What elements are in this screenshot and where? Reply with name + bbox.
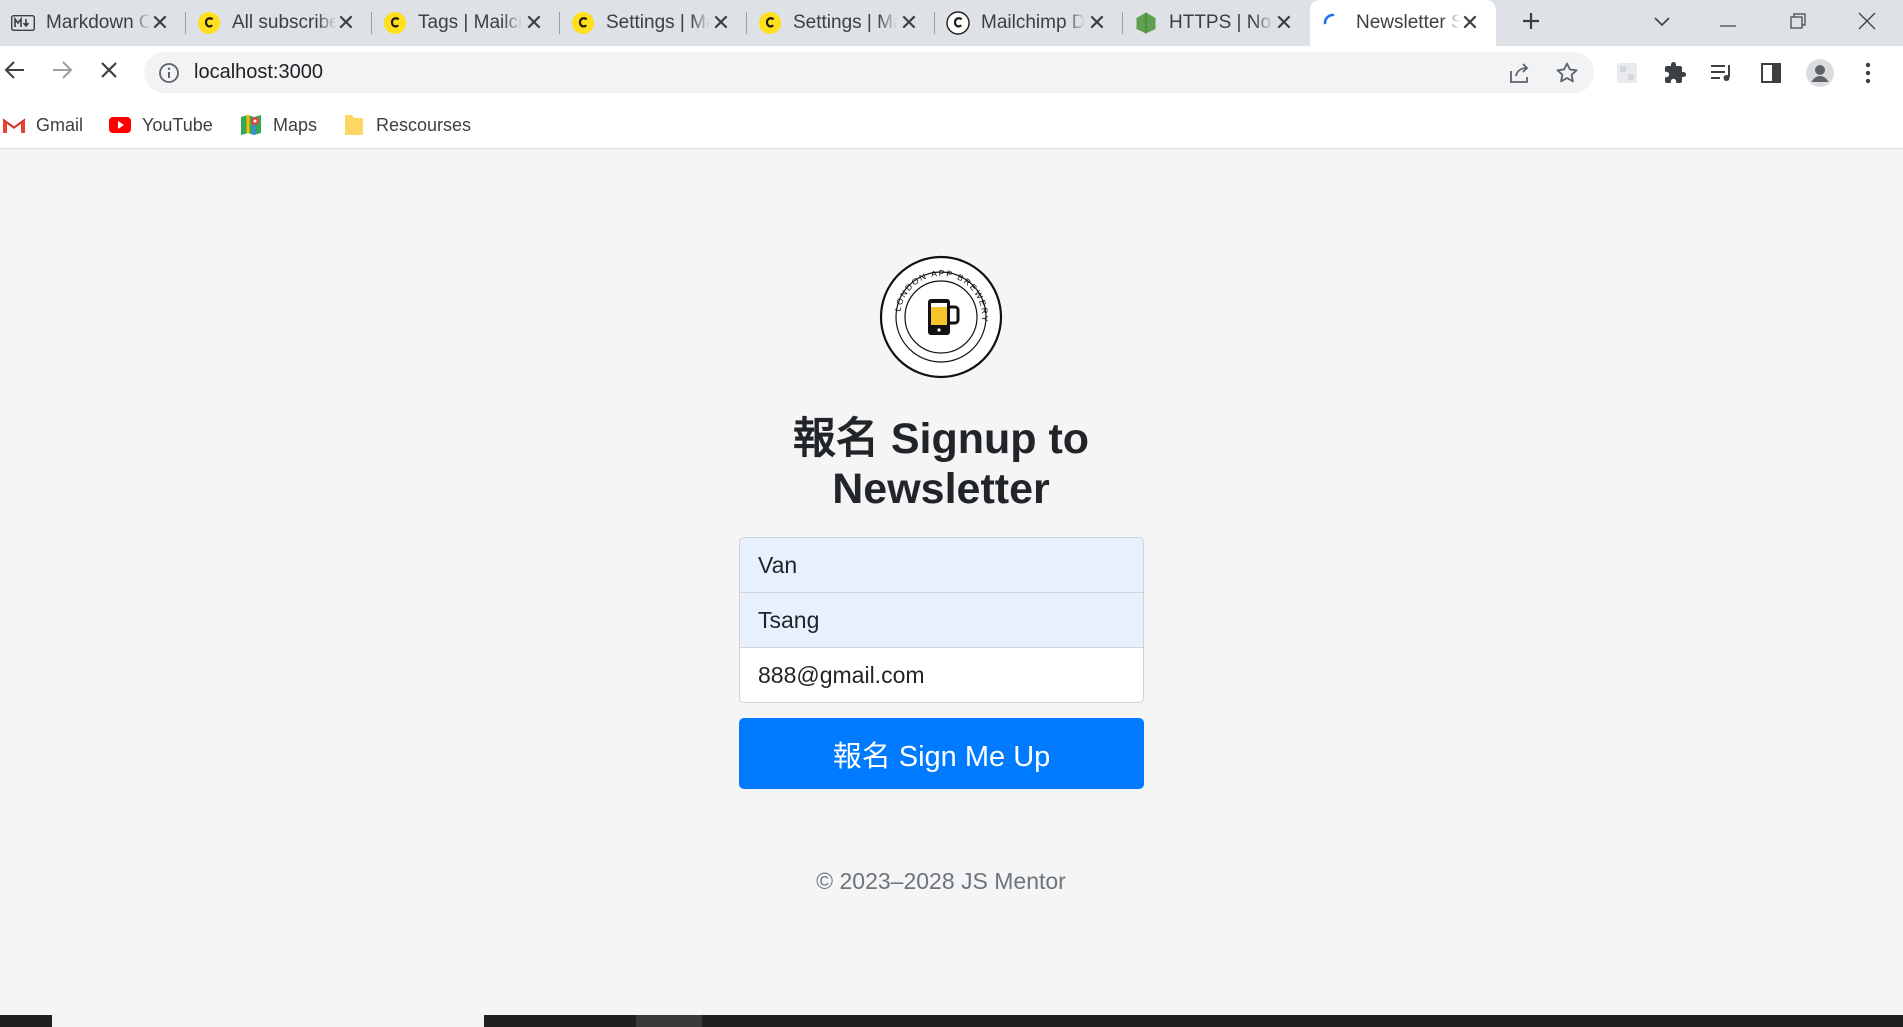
browser-toolbar: localhost:3000 bbox=[0, 46, 1903, 102]
tab-settings-2[interactable]: Settings | Mailchimp ✕ bbox=[747, 0, 935, 46]
stop-loading-button[interactable] bbox=[89, 52, 129, 92]
arrow-right-icon bbox=[51, 60, 73, 85]
tab-title: Markdown Online Editor bbox=[46, 12, 150, 33]
tab-search-button[interactable] bbox=[1641, 0, 1683, 46]
close-window-button[interactable] bbox=[1842, 0, 1892, 46]
close-icon[interactable]: ✕ bbox=[1085, 10, 1109, 35]
mailchimp-icon bbox=[757, 11, 782, 36]
restore-button[interactable] bbox=[1773, 0, 1823, 46]
bookmark-label: YouTube bbox=[142, 114, 213, 135]
forward-button[interactable] bbox=[42, 52, 82, 92]
tab-mailchimp-developer[interactable]: Mailchimp Developer ✕ bbox=[935, 0, 1123, 46]
tab-all-subscribers[interactable]: All subscribers | Mailchimp ✕ bbox=[186, 0, 372, 46]
close-icon[interactable]: ✕ bbox=[334, 10, 358, 35]
loading-spinner-icon bbox=[1320, 11, 1345, 36]
restore-icon bbox=[1790, 12, 1806, 34]
email-field[interactable] bbox=[739, 647, 1144, 703]
first-name-field[interactable] bbox=[739, 537, 1144, 593]
minimize-button[interactable] bbox=[1703, 0, 1753, 46]
taskbar-search-box[interactable] bbox=[52, 1015, 484, 1027]
stop-icon bbox=[99, 60, 119, 85]
close-icon[interactable]: ✕ bbox=[709, 10, 733, 35]
bookmark-gmail[interactable]: Gmail bbox=[2, 112, 83, 138]
os-taskbar bbox=[0, 1015, 1903, 1027]
folder-icon bbox=[342, 113, 366, 137]
arrow-left-icon bbox=[4, 60, 26, 85]
side-panel-icon[interactable] bbox=[1754, 56, 1788, 90]
chevron-down-icon bbox=[1653, 14, 1671, 32]
close-icon[interactable]: ✕ bbox=[1272, 10, 1296, 35]
tab-settings-1[interactable]: Settings | Mailchimp ✕ bbox=[560, 0, 747, 46]
new-tab-button[interactable] bbox=[1511, 0, 1551, 46]
bookmark-folder-rescourses[interactable]: Rescourses bbox=[342, 112, 471, 138]
star-icon[interactable] bbox=[1554, 60, 1580, 86]
close-icon[interactable]: ✕ bbox=[522, 10, 546, 35]
youtube-icon bbox=[108, 113, 132, 137]
bookmark-label: Gmail bbox=[36, 114, 84, 135]
bookmark-label: Rescourses bbox=[376, 114, 472, 135]
plus-icon bbox=[1520, 10, 1542, 37]
gmail-icon bbox=[2, 113, 26, 137]
maps-icon bbox=[239, 113, 263, 137]
bookmarks-bar: Gmail YouTube Maps Rescourses bbox=[0, 102, 1903, 149]
minimize-icon bbox=[1720, 14, 1736, 32]
more-menu-icon[interactable] bbox=[1851, 56, 1885, 90]
close-icon[interactable]: ✕ bbox=[1458, 10, 1482, 35]
bookmark-youtube[interactable]: YouTube bbox=[108, 112, 213, 138]
info-icon[interactable] bbox=[156, 60, 182, 86]
page-content: LONDON APP BREWERY 報名 Signup to Newslett… bbox=[0, 150, 1903, 1015]
page-title: 報名 Signup to Newsletter bbox=[792, 415, 1090, 513]
tab-title: Settings | Mailchimp bbox=[793, 12, 897, 33]
signup-form: 報名 Sign Me Up bbox=[739, 537, 1144, 789]
tab-title: Settings | Mailchimp bbox=[606, 12, 710, 33]
mailchimp-icon bbox=[382, 11, 407, 36]
mailchimp-dark-icon bbox=[945, 11, 970, 36]
markdown-icon bbox=[10, 11, 35, 36]
sign-me-up-button[interactable]: 報名 Sign Me Up bbox=[739, 718, 1144, 789]
london-app-brewery-logo: LONDON APP BREWERY bbox=[879, 255, 1003, 379]
last-name-field[interactable] bbox=[739, 592, 1144, 648]
tab-markdown[interactable]: Markdown Online Editor ✕ bbox=[0, 0, 186, 46]
tab-newsletter-signup[interactable]: Newsletter Signup ✕ bbox=[1310, 0, 1496, 46]
tab-tags[interactable]: Tags | Mailchimp ✕ bbox=[372, 0, 560, 46]
extension-icon[interactable] bbox=[1610, 56, 1644, 90]
taskbar-app-button[interactable] bbox=[636, 1015, 702, 1027]
share-icon[interactable] bbox=[1507, 60, 1533, 86]
copyright-footer: © 2023–2028 JS Mentor bbox=[816, 868, 1066, 894]
bookmark-label: Maps bbox=[273, 114, 318, 135]
tab-title: All subscribers | Mailchimp bbox=[232, 12, 336, 33]
close-icon[interactable]: ✕ bbox=[897, 10, 921, 35]
tab-title: Mailchimp Developer bbox=[981, 12, 1085, 33]
profile-avatar-icon[interactable] bbox=[1803, 56, 1837, 90]
mailchimp-icon bbox=[570, 11, 595, 36]
back-button[interactable] bbox=[0, 52, 35, 92]
bookmark-maps[interactable]: Maps bbox=[239, 112, 317, 138]
tab-strip: Markdown Online Editor ✕ All subscribers… bbox=[0, 0, 1903, 46]
puzzle-icon[interactable] bbox=[1658, 56, 1692, 90]
nodejs-icon bbox=[1133, 11, 1158, 36]
tab-title: Newsletter Signup bbox=[1356, 12, 1460, 33]
tab-title: Tags | Mailchimp bbox=[418, 12, 522, 33]
mailchimp-icon bbox=[196, 11, 221, 36]
close-icon bbox=[1858, 12, 1876, 35]
url-text[interactable]: localhost:3000 bbox=[194, 61, 323, 84]
address-bar[interactable]: localhost:3000 bbox=[144, 52, 1594, 93]
media-control-icon[interactable] bbox=[1705, 56, 1739, 90]
tab-title: HTTPS | Node.js bbox=[1169, 12, 1273, 33]
close-icon[interactable]: ✕ bbox=[148, 10, 172, 35]
tab-nodejs[interactable]: HTTPS | Node.js ✕ bbox=[1123, 0, 1310, 46]
